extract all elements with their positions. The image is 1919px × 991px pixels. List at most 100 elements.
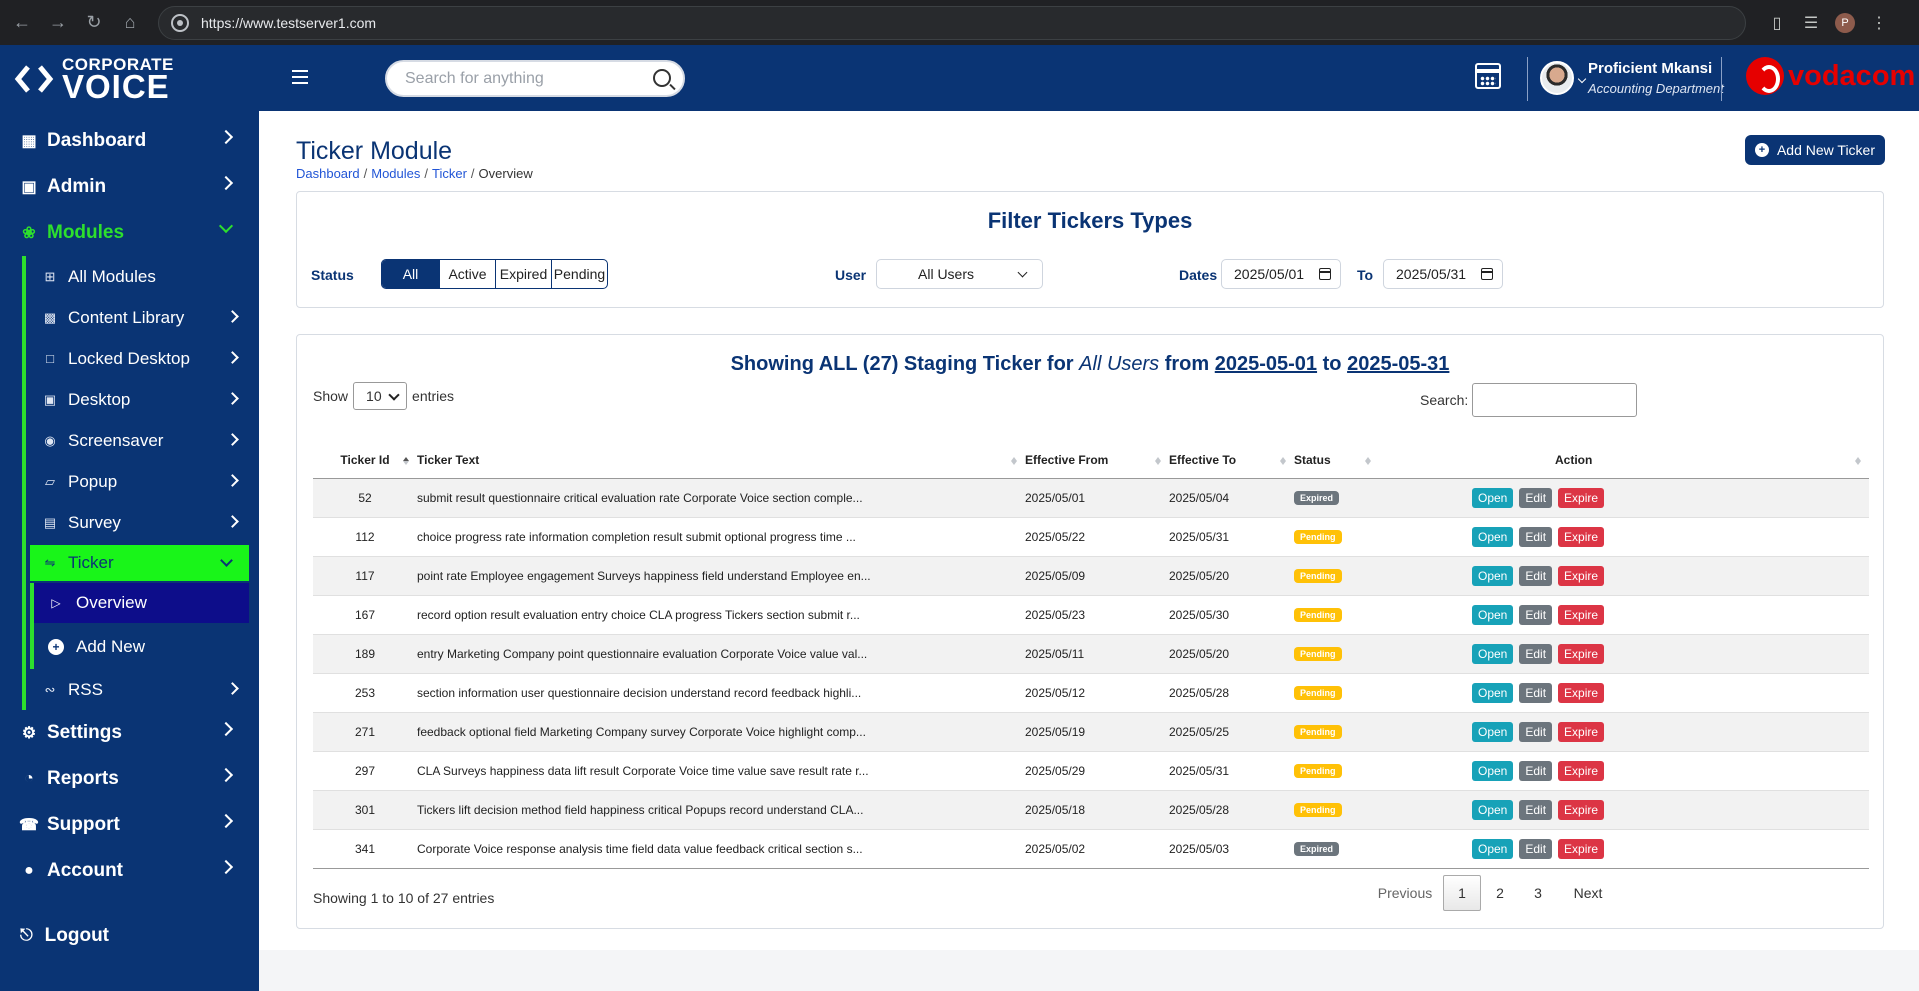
sidebar-item-rss[interactable]: ∾ RSS xyxy=(26,669,259,710)
edit-button[interactable]: Edit xyxy=(1519,565,1553,586)
calendar-icon[interactable] xyxy=(1475,63,1501,89)
breadcrumb-modules[interactable]: Modules xyxy=(371,166,420,181)
sidebar-item-content-library[interactable]: ▩ Content Library xyxy=(26,297,259,338)
sidebar-item-overview[interactable]: ▷ Overview xyxy=(34,583,249,623)
extensions-icon[interactable]: ▯ xyxy=(1760,6,1794,40)
edit-button[interactable]: Edit xyxy=(1519,643,1553,664)
expire-button[interactable]: Expire xyxy=(1558,487,1605,508)
sidebar-item-support[interactable]: ☎ Support xyxy=(0,802,259,848)
pagination-page-3[interactable]: 3 xyxy=(1519,875,1557,911)
expire-button[interactable]: Expire xyxy=(1558,565,1605,586)
logout-button[interactable]: ⎋ Logout xyxy=(20,925,109,947)
table-row[interactable]: 117 point rate Employee engagement Survey… xyxy=(313,555,1869,595)
user-avatar[interactable] xyxy=(1540,61,1574,95)
col-status[interactable]: Status xyxy=(1294,443,1379,479)
chevron-down-icon[interactable] xyxy=(1577,74,1587,84)
search-input[interactable]: Search for anything xyxy=(385,60,685,97)
expire-button[interactable]: Expire xyxy=(1558,721,1605,742)
table-row[interactable]: 301 Tickers lift decision method field ha… xyxy=(313,789,1869,829)
edit-button[interactable]: Edit xyxy=(1519,721,1553,742)
expire-button[interactable]: Expire xyxy=(1558,760,1605,781)
media-queue-icon[interactable]: ☰ xyxy=(1794,6,1828,40)
edit-button[interactable]: Edit xyxy=(1519,604,1553,625)
pagination-page-2[interactable]: 2 xyxy=(1481,875,1519,911)
table-search-input[interactable] xyxy=(1472,383,1638,417)
expire-button[interactable]: Expire xyxy=(1558,526,1605,547)
status-pending-button[interactable]: Pending xyxy=(551,260,607,288)
sidebar-item-settings[interactable]: ⚙ Settings xyxy=(0,710,259,756)
table-row[interactable]: 297 CLA Surveys happiness data lift resul… xyxy=(313,750,1869,790)
table-row[interactable]: 112 choice progress rate information comp… xyxy=(313,516,1869,556)
open-button[interactable]: Open xyxy=(1472,682,1514,703)
more-menu-icon[interactable]: ⋮ xyxy=(1862,6,1896,40)
breadcrumb-ticker[interactable]: Ticker xyxy=(432,166,467,181)
edit-button[interactable]: Edit xyxy=(1519,760,1553,781)
reload-icon[interactable]: ↻ xyxy=(76,5,112,41)
hamburger-menu-icon[interactable] xyxy=(292,70,308,84)
home-icon[interactable]: ⌂ xyxy=(112,5,148,41)
pagination-next[interactable]: Next xyxy=(1557,875,1619,911)
sidebar-item-desktop[interactable]: ▣ Desktop xyxy=(26,379,259,420)
col-effective-to[interactable]: Effective To xyxy=(1169,443,1294,479)
date-from-input[interactable]: 2025/05/01 xyxy=(1221,259,1341,289)
sidebar-item-locked-desktop[interactable]: □ Locked Desktop xyxy=(26,338,259,379)
status-active-button[interactable]: Active xyxy=(439,260,495,288)
col-ticker-text[interactable]: Ticker Text xyxy=(417,443,1025,479)
open-button[interactable]: Open xyxy=(1472,604,1514,625)
pagination-page-1[interactable]: 1 xyxy=(1443,875,1481,911)
breadcrumb-dashboard[interactable]: Dashboard xyxy=(296,166,360,181)
edit-button[interactable]: Edit xyxy=(1519,799,1553,820)
expire-button[interactable]: Expire xyxy=(1558,604,1605,625)
add-new-ticker-button[interactable]: + Add New Ticker xyxy=(1745,135,1885,165)
search-icon[interactable] xyxy=(653,69,671,87)
status-expired-button[interactable]: Expired xyxy=(495,260,551,288)
col-effective-from[interactable]: Effective From xyxy=(1025,443,1169,479)
sidebar-item-modules[interactable]: ❀ Modules xyxy=(0,210,259,256)
profile-button[interactable]: P xyxy=(1828,6,1862,40)
sidebar-item-ticker[interactable]: ⇋ Ticker xyxy=(30,545,249,581)
edit-button[interactable]: Edit xyxy=(1519,526,1553,547)
user-name[interactable]: Proficient Mkansi xyxy=(1588,60,1712,77)
open-button[interactable]: Open xyxy=(1472,643,1514,664)
table-row[interactable]: 167 record option result evaluation entry… xyxy=(313,594,1869,634)
status-all-button[interactable]: All xyxy=(382,260,439,288)
col-action[interactable]: Action xyxy=(1379,443,1869,479)
expire-button[interactable]: Expire xyxy=(1558,838,1605,859)
table-row[interactable]: 341 Corporate Voice response analysis tim… xyxy=(313,828,1869,869)
sidebar-item-popup[interactable]: ▱ Popup xyxy=(26,461,259,502)
col-ticker-id[interactable]: Ticker Id xyxy=(313,443,417,479)
expire-button[interactable]: Expire xyxy=(1558,682,1605,703)
edit-button[interactable]: Edit xyxy=(1519,838,1553,859)
table-row[interactable]: 189 entry Marketing Company point questio… xyxy=(313,633,1869,673)
edit-button[interactable]: Edit xyxy=(1519,682,1553,703)
open-button[interactable]: Open xyxy=(1472,799,1514,820)
sidebar-item-survey[interactable]: ▤ Survey xyxy=(26,502,259,543)
expire-button[interactable]: Expire xyxy=(1558,643,1605,664)
open-button[interactable]: Open xyxy=(1472,760,1514,781)
entries-select[interactable]: 10 xyxy=(353,382,408,410)
sidebar-item-admin[interactable]: ▣ Admin xyxy=(0,164,259,210)
open-button[interactable]: Open xyxy=(1472,721,1514,742)
pagination-previous[interactable]: Previous xyxy=(1367,875,1443,911)
open-button[interactable]: Open xyxy=(1472,838,1514,859)
sidebar-item-add-new[interactable]: + Add New xyxy=(34,625,259,669)
back-arrow-icon[interactable]: ← xyxy=(4,5,40,41)
calendar-icon[interactable] xyxy=(1319,268,1331,280)
sidebar-item-account[interactable]: ● Account xyxy=(0,848,259,894)
forward-arrow-icon[interactable]: → xyxy=(40,5,76,41)
open-button[interactable]: Open xyxy=(1472,487,1514,508)
edit-button[interactable]: Edit xyxy=(1519,487,1553,508)
sidebar-item-all-modules[interactable]: ⊞ All Modules xyxy=(26,256,259,297)
date-to-input[interactable]: 2025/05/31 xyxy=(1383,259,1503,289)
open-button[interactable]: Open xyxy=(1472,526,1514,547)
open-button[interactable]: Open xyxy=(1472,565,1514,586)
address-bar[interactable]: https://www.testserver1.com xyxy=(158,5,1746,40)
corporate-voice-logo[interactable]: CORPORATE VOICE xyxy=(14,56,174,103)
sidebar-item-reports[interactable]: ◔ Reports xyxy=(0,756,259,802)
calendar-icon[interactable] xyxy=(1481,268,1493,280)
table-row[interactable]: 253 section information user questionnair… xyxy=(313,672,1869,712)
table-row[interactable]: 271 feedback optional field Marketing Com… xyxy=(313,711,1869,751)
user-select[interactable]: All Users xyxy=(876,259,1043,289)
sidebar-item-dashboard[interactable]: ▦ Dashboard xyxy=(0,118,259,164)
expire-button[interactable]: Expire xyxy=(1558,799,1605,820)
